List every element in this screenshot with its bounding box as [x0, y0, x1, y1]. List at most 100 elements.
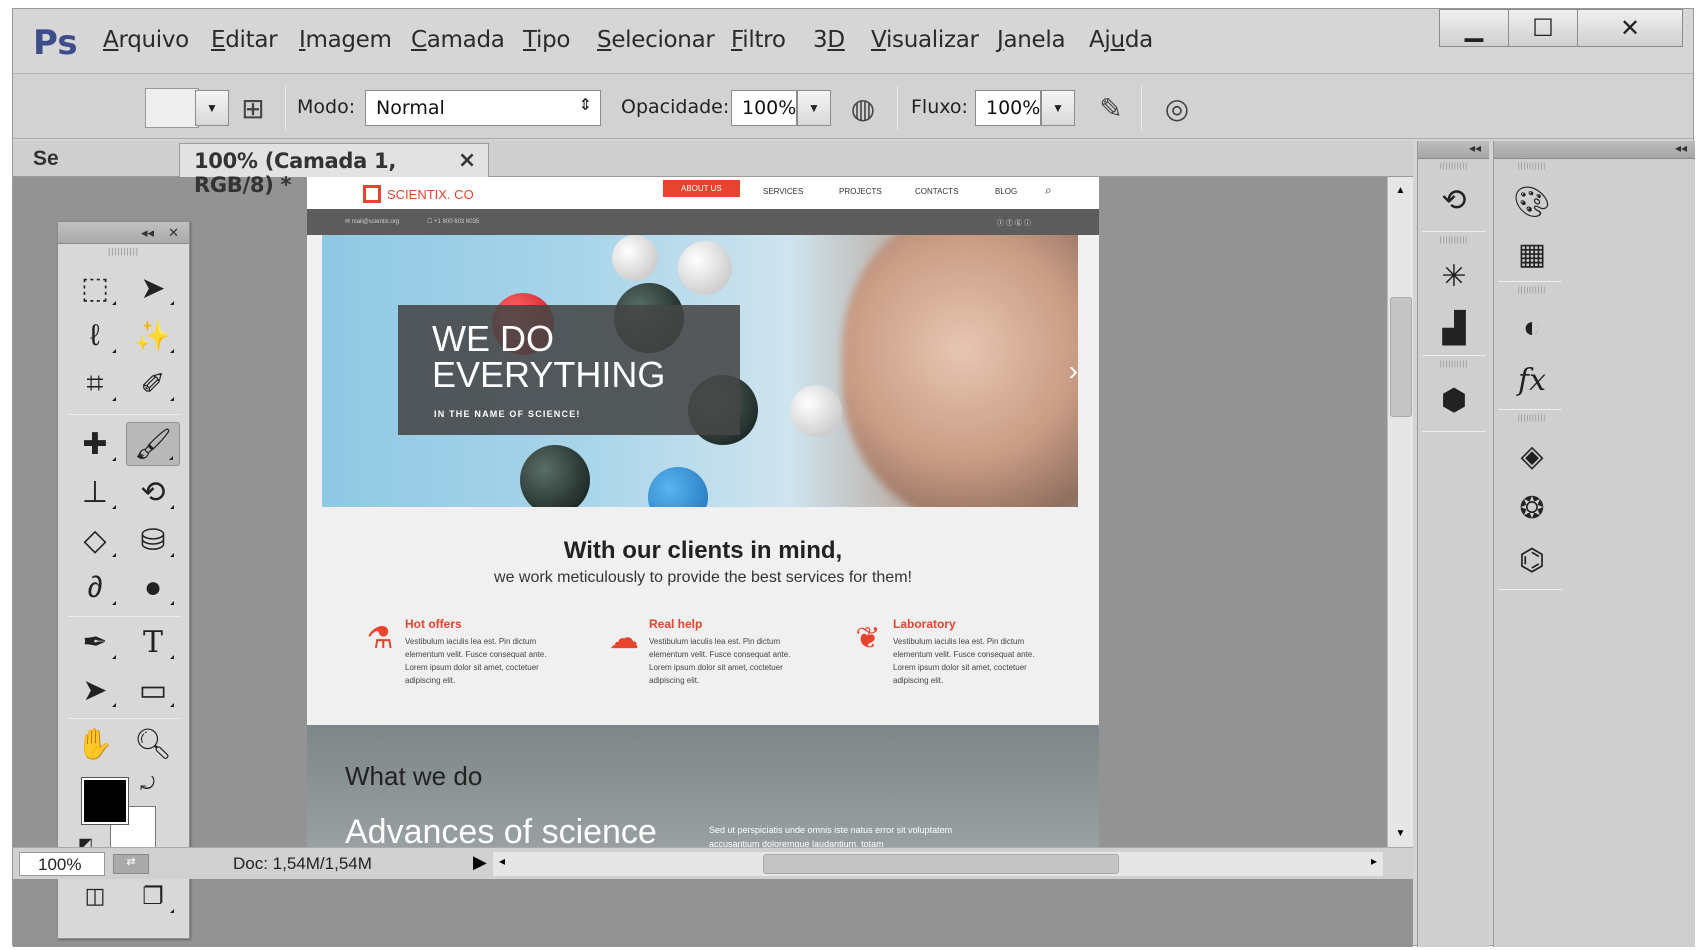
menu-3d[interactable]: 3D [813, 27, 845, 53]
site-nav-about: ABOUT US [663, 180, 740, 197]
pen-tool-icon[interactable]: ✒ [68, 620, 122, 664]
tablet-pressure-size-icon[interactable]: ◎ [1157, 88, 1197, 128]
channels-panel-icon[interactable]: ❂ [1502, 485, 1562, 531]
feature-text: Vestibulum iaculis lea est. Pin dictum e… [893, 637, 1035, 685]
status-menu-arrow-icon[interactable]: ▶ [473, 852, 487, 873]
status-toggle-icon[interactable]: ⇄ [113, 854, 149, 874]
brush-preset-picker[interactable] [145, 88, 199, 128]
workspace: Se 100% (Camada 1, RGB/8) * × SCIENTIX. … [13, 141, 1413, 947]
styles-panel-icon[interactable]: fx [1502, 357, 1562, 403]
menu-imagem[interactable]: Imagem [299, 27, 392, 53]
scroll-left-icon[interactable]: ◂ [499, 854, 505, 868]
type-tool-icon[interactable]: T [126, 620, 180, 664]
clone-stamp-tool-icon[interactable]: ⊥ [68, 470, 122, 514]
menu-selecionar[interactable]: Selecionar [597, 27, 715, 53]
eyedropper-tool-icon[interactable]: ✐ [126, 362, 180, 406]
flow-input[interactable]: 100% [975, 90, 1041, 126]
paths-panel-icon[interactable]: ⌬ [1502, 537, 1562, 583]
tablet-pressure-opacity-icon[interactable]: ◍ [843, 88, 883, 128]
menu-mnemonic: V [871, 27, 886, 53]
marquee-tool-icon[interactable]: ⬚ [68, 266, 122, 310]
dodge-tool-icon[interactable]: ● [126, 566, 180, 610]
panel-close-icon[interactable]: ✕ [168, 225, 179, 241]
swatches-panel-icon[interactable]: ▦ [1502, 231, 1562, 277]
3d-panel-icon[interactable]: ⬢ [1424, 377, 1484, 423]
menu-visualizar[interactable]: Visualizar [871, 27, 979, 53]
screen-mode-icon[interactable]: ❐ [126, 874, 180, 918]
hidden-tab-label[interactable]: Se [33, 147, 59, 171]
blur-tool-icon[interactable]: ∂ [68, 566, 122, 610]
brush-panel-toggle-icon[interactable]: ⊞ [233, 88, 273, 128]
feature-title: Hot offers [405, 617, 462, 631]
menu-editar[interactable]: Editar [211, 27, 278, 53]
hand-tool-icon[interactable]: ✋ [68, 722, 122, 766]
feature-title: Laboratory [893, 617, 956, 631]
horizontal-scrollbar[interactable]: ◂ ▸ [493, 852, 1383, 876]
menu-mnemonic: C [411, 27, 427, 53]
menu-label-part: ipo [536, 27, 571, 53]
menu-tipo[interactable]: Tipo [523, 27, 571, 53]
minimize-button[interactable]: ▁ [1439, 9, 1509, 47]
scroll-down-icon[interactable]: ▼ [1388, 828, 1413, 839]
document-tab[interactable]: 100% (Camada 1, RGB/8) * × [179, 143, 489, 197]
lasso-tool-icon[interactable]: ℓ [68, 314, 122, 358]
zoom-tool-icon[interactable]: 🔍︎ [126, 722, 180, 766]
navigator-panel-icon[interactable]: ✳ [1424, 253, 1484, 299]
hero-next-arrow-icon: › [1068, 355, 1078, 386]
foreground-color-swatch[interactable] [81, 777, 129, 825]
tab-close-icon[interactable]: × [458, 148, 476, 173]
document-canvas[interactable]: SCIENTIX. CO ABOUT US SERVICES PROJECTS … [307, 177, 1099, 847]
paint-bucket-tool-icon[interactable]: ⛁ [126, 518, 180, 562]
menu-ajuda[interactable]: Ajuda [1089, 27, 1153, 53]
maximize-button[interactable]: ☐ [1508, 9, 1578, 47]
site-social-icons: ⓣ ⓕ ⓖ ⓘ [997, 220, 1031, 227]
histogram-panel-icon[interactable]: ▟ [1424, 305, 1484, 351]
brush-preset-dropdown[interactable]: ▼ [195, 90, 229, 126]
feature-text: Vestibulum iaculis lea est. Pin dictum e… [405, 637, 547, 685]
menu-label-part: amada [426, 27, 505, 53]
opacity-input[interactable]: 100% [731, 90, 797, 126]
quick-mask-icon[interactable]: ◫ [68, 874, 122, 918]
path-selection-tool-icon[interactable]: ➤ [68, 668, 122, 712]
tools-panel-header[interactable]: ◂◂ ✕ [58, 222, 189, 244]
opacity-label: Opacidade: [621, 96, 730, 118]
opacity-dropdown[interactable]: ▼ [797, 90, 831, 126]
magic-wand-tool-icon[interactable]: ✨ [126, 314, 180, 358]
menu-arquivo[interactable]: Arquivo [103, 27, 189, 53]
vertical-scrollbar[interactable]: ▲ ▼ [1387, 177, 1413, 847]
panel-dock-wide: ◂◂ |||||||||| 🎨︎ ▦ |||||||||| ◐ fx |||||… [1493, 141, 1695, 947]
mode-select[interactable]: Normal ⇕ [365, 90, 601, 126]
eraser-tool-icon[interactable]: ◇ [68, 518, 122, 562]
move-tool-icon[interactable]: ➤ [126, 266, 180, 310]
panel-grip[interactable]: |||||||||| [58, 244, 189, 258]
zoom-field[interactable]: 100% [19, 852, 105, 876]
rectangle-tool-icon[interactable]: ▭ [126, 668, 180, 712]
color-panel-icon[interactable]: 🎨︎ [1502, 179, 1562, 225]
healing-brush-tool-icon[interactable]: ✚ [68, 422, 122, 466]
site-search-icon: ⌕ [1045, 183, 1052, 197]
horizontal-scroll-thumb[interactable] [763, 854, 1119, 874]
menu-filtro[interactable]: Filtro [731, 27, 786, 53]
collapse-icon[interactable]: ◂◂ [141, 225, 154, 241]
airbrush-icon[interactable]: ✎ [1091, 88, 1131, 128]
scroll-up-icon[interactable]: ▲ [1388, 185, 1413, 196]
scroll-right-icon[interactable]: ▸ [1371, 854, 1377, 868]
history-panel-icon[interactable]: ⟲ [1424, 177, 1484, 223]
swap-colors-icon[interactable]: ⤾ [140, 774, 155, 795]
mode-value: Normal [376, 97, 445, 119]
menu-camada[interactable]: Camada [411, 27, 505, 53]
close-button[interactable]: ✕ [1577, 9, 1683, 47]
flow-dropdown[interactable]: ▼ [1041, 90, 1075, 126]
menu-mnemonic: A [103, 27, 119, 53]
vertical-scroll-thumb[interactable] [1390, 297, 1412, 417]
brush-tool-icon[interactable]: 🖌 [126, 422, 180, 466]
updown-arrows-icon: ⇕ [578, 95, 592, 114]
menu-janela[interactable]: Janela [997, 27, 1066, 53]
menu-label-part: ditar [225, 27, 278, 53]
layers-panel-icon[interactable]: ◈ [1502, 433, 1562, 479]
dock-collapse-icon[interactable]: ◂◂ [1418, 141, 1489, 159]
adjustments-panel-icon[interactable]: ◐ [1502, 305, 1562, 351]
dock-collapse-icon[interactable]: ◂◂ [1494, 141, 1695, 159]
crop-tool-icon[interactable]: ⌗ [68, 362, 122, 406]
history-brush-tool-icon[interactable]: ⟲ [126, 470, 180, 514]
